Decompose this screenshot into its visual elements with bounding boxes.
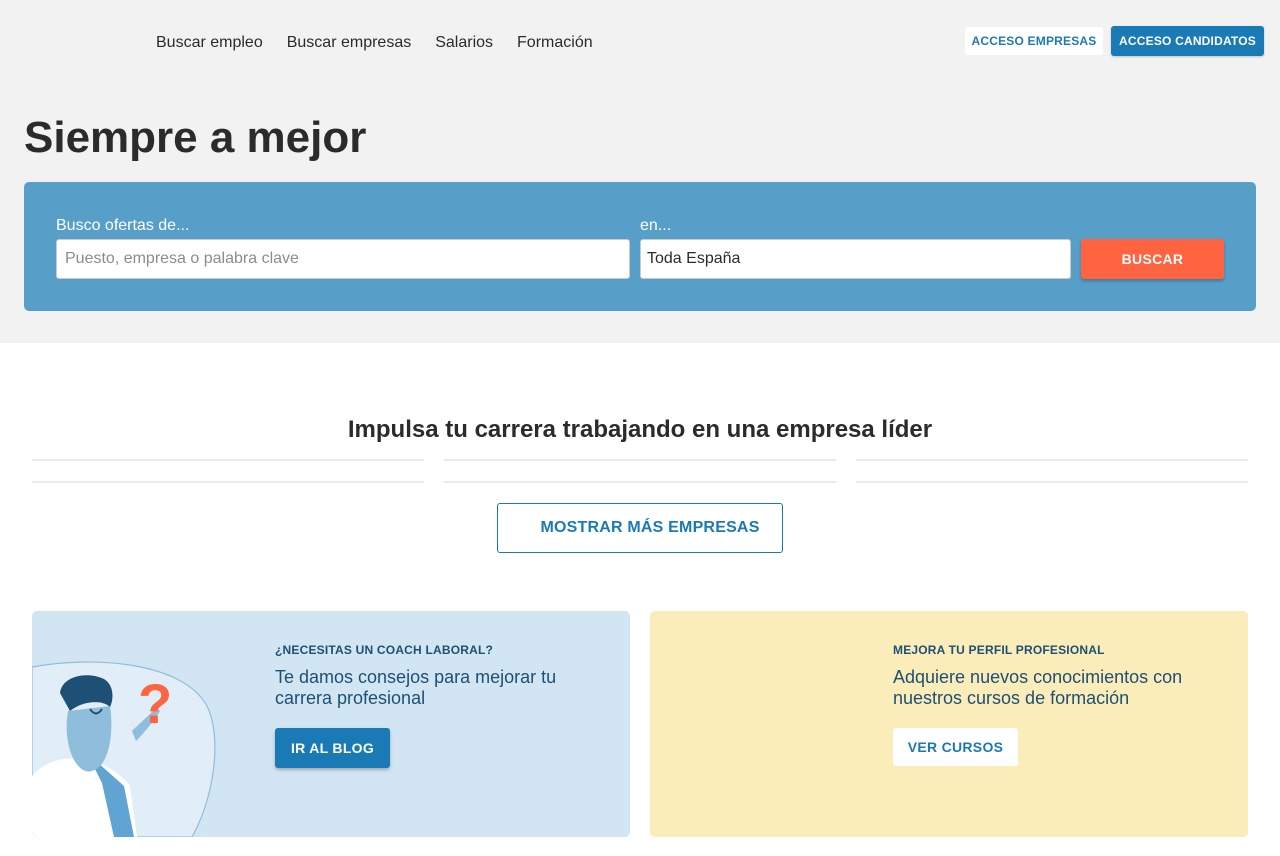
search-button[interactable]: BUSCAR <box>1081 239 1224 279</box>
companies-section-title: Impulsa tu carrera trabajando en una emp… <box>347 416 933 443</box>
coach-card-text: Te damos consejos para mejorar tu carrer… <box>275 667 557 708</box>
view-courses-button[interactable]: VER CURSOS <box>893 728 1018 766</box>
nav-item-buscar-empresas[interactable]: Buscar empresas <box>287 34 412 52</box>
show-more-companies-button[interactable]: MOSTRAR MÁS EMPRESAS <box>497 503 783 553</box>
access-candidates-button[interactable]: ACCESO CANDIDATOS <box>1111 26 1264 56</box>
courses-card-kicker: MEJORA TU PERFIL PROFESIONAL <box>893 643 1105 657</box>
company-slot-divider <box>856 459 1248 461</box>
search-what-label: Busco ofertas de... <box>56 217 190 234</box>
go-to-blog-button[interactable]: IR AL BLOG <box>275 728 390 768</box>
search-keyword-input[interactable] <box>56 239 630 279</box>
hero-section: Buscar empleo Buscar empresas Salarios F… <box>0 0 1280 343</box>
main-nav: Buscar empleo Buscar empresas Salarios F… <box>156 34 617 52</box>
access-companies-button[interactable]: ACCESO EMPRESAS <box>965 27 1103 55</box>
nav-item-formacion[interactable]: Formación <box>517 34 593 52</box>
coach-card: ? ¿NECESITAS UN COACH LABORAL? Te damos … <box>32 611 630 837</box>
courses-card-text: Adquiere nuevos conocimientos con nuestr… <box>893 667 1183 708</box>
search-panel: Busco ofertas de... en... BUSCAR <box>24 182 1256 311</box>
coach-card-kicker: ¿NECESITAS UN COACH LABORAL? <box>275 643 494 657</box>
company-slot-divider <box>856 481 1248 483</box>
search-location-input[interactable] <box>640 239 1071 279</box>
nav-item-buscar-empleo[interactable]: Buscar empleo <box>156 34 263 52</box>
company-slot-divider <box>32 459 424 461</box>
page-title: Siempre a mejor <box>24 113 367 162</box>
courses-card: MEJORA TU PERFIL PROFESIONAL Adquiere nu… <box>650 611 1248 837</box>
company-slot-divider <box>32 481 424 483</box>
person-question-illustration-icon: ? <box>32 661 216 837</box>
company-slot-divider <box>444 459 836 461</box>
search-where-label: en... <box>640 217 672 234</box>
nav-item-salarios[interactable]: Salarios <box>435 34 493 52</box>
company-slot-divider <box>444 481 836 483</box>
svg-text:?: ? <box>138 672 172 735</box>
